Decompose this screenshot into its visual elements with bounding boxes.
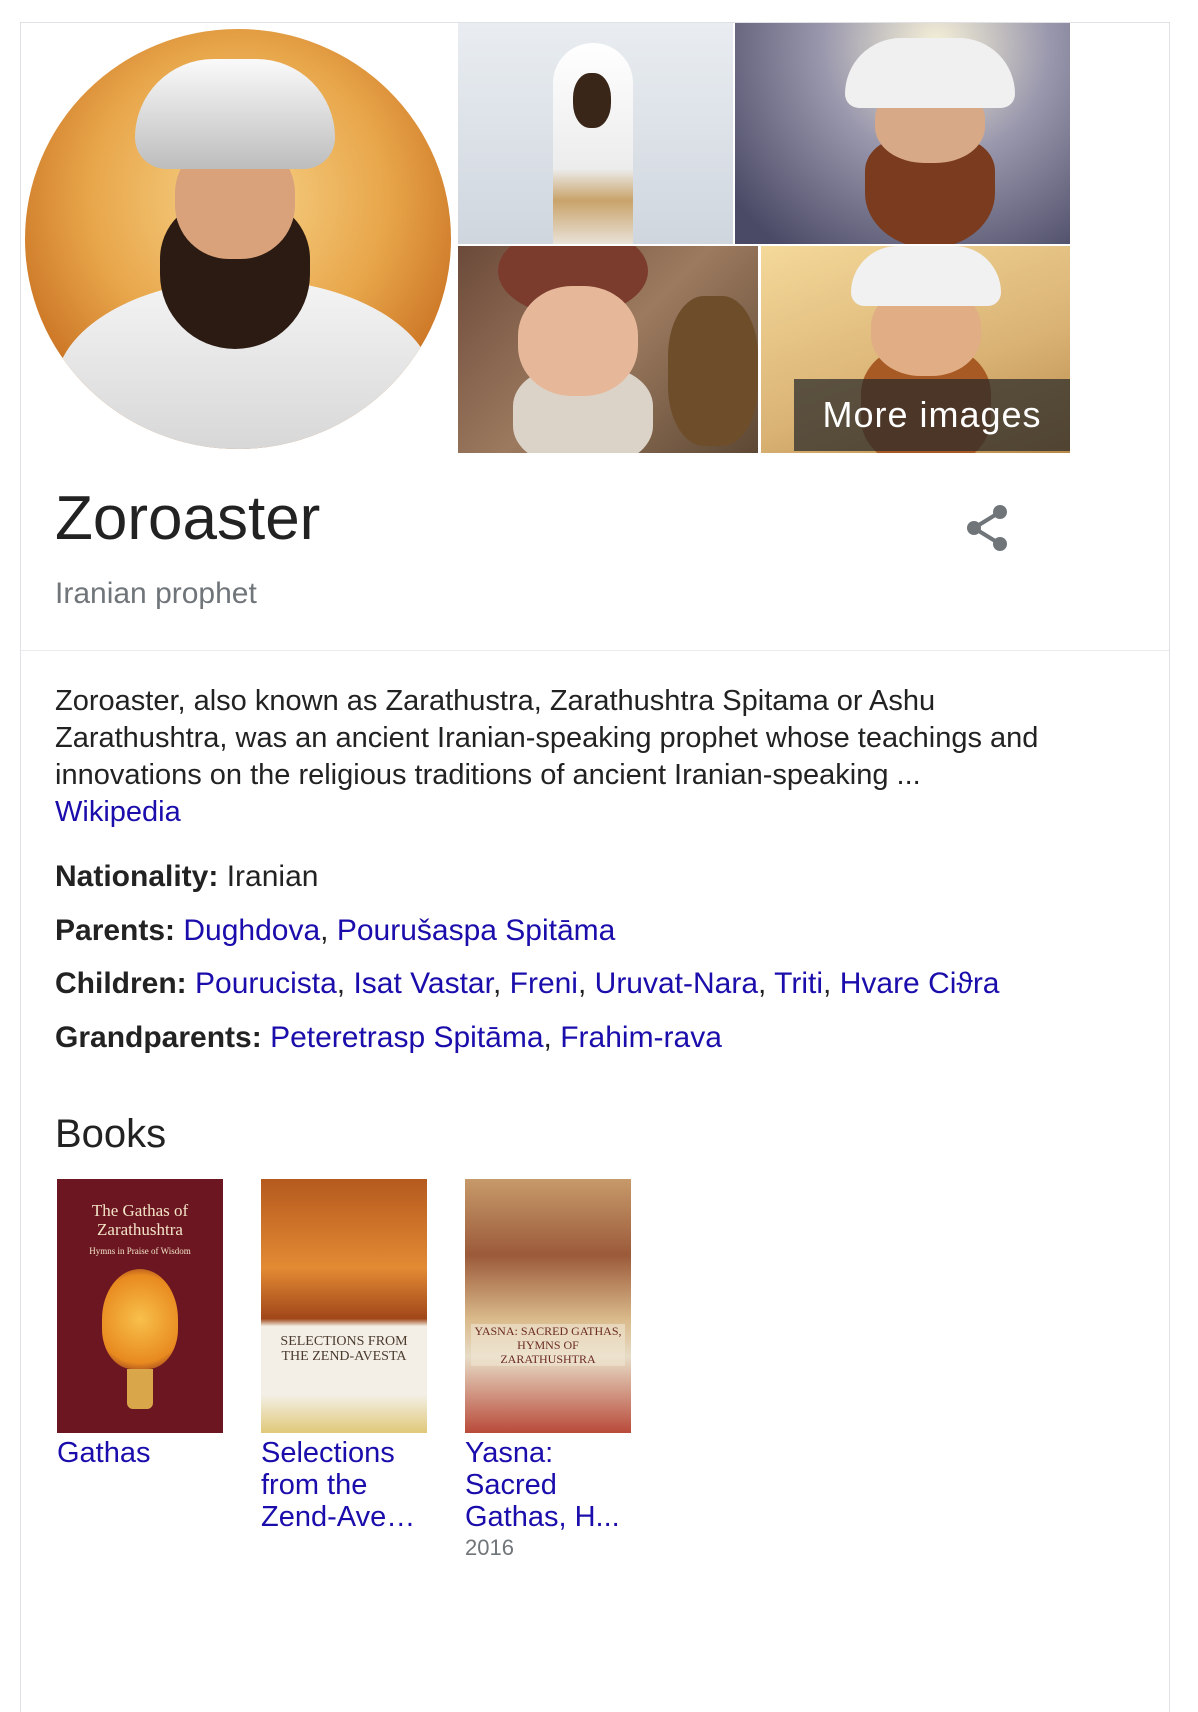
fact-children: Children: Pourucista, Isat Vastar, Freni… bbox=[55, 967, 1000, 1000]
fact-nationality: Nationality: Iranian bbox=[55, 860, 1000, 914]
description-text: Zoroaster, also known as Zarathustra, Za… bbox=[55, 685, 1039, 791]
fact-link[interactable]: Frahim-rava bbox=[560, 1021, 722, 1054]
fact-parents: Parents: Dughdova, Pourušaspa Spitāma bbox=[55, 913, 616, 947]
cover-title: The Gathas of Zarathushtra bbox=[91, 1201, 189, 1239]
fact-link[interactable]: Hvare Ciϑra bbox=[840, 967, 1000, 1000]
cover-subtitle: Hymns in Praise of Wisdom bbox=[89, 1246, 191, 1256]
fact-value: Iranian bbox=[226, 860, 319, 893]
fact-link[interactable]: Dughdova bbox=[183, 914, 320, 947]
facts-list: Nationality: Iranian Parents: Dughdova, … bbox=[55, 860, 1000, 1074]
fact-link[interactable]: Freni bbox=[510, 967, 578, 1000]
book-cover[interactable]: The Gathas of Zarathushtra Hymns in Prais… bbox=[57, 1179, 223, 1433]
fact-label: Children: bbox=[55, 967, 187, 1000]
book-card[interactable]: The Gathas of Zarathushtra Hymns in Prais… bbox=[57, 1179, 225, 1469]
book-card[interactable]: SELECTIONS FROM THE ZEND-AVESTA Selectio… bbox=[261, 1179, 429, 1533]
book-title[interactable]: Gathas bbox=[57, 1437, 225, 1469]
fact-link[interactable]: Pourucista bbox=[195, 967, 337, 1000]
book-year: 2016 bbox=[465, 1535, 514, 1560]
main-image[interactable] bbox=[21, 23, 456, 453]
more-images-button[interactable]: More images bbox=[794, 379, 1070, 451]
wikipedia-link[interactable]: Wikipedia bbox=[55, 796, 181, 828]
book-cover[interactable]: SELECTIONS FROM THE ZEND-AVESTA bbox=[261, 1179, 427, 1433]
description: Zoroaster, also known as Zarathustra, Za… bbox=[55, 683, 1055, 831]
book-title[interactable]: Yasna: Sacred Gathas, H... bbox=[465, 1437, 633, 1533]
fact-label: Parents: bbox=[55, 913, 176, 947]
book-cover[interactable]: YASNA: SACRED GATHAS, HYMNS OF ZARATHUSH… bbox=[465, 1179, 631, 1433]
fact-label: Nationality: bbox=[55, 860, 219, 893]
cover-title: SELECTIONS FROM THE ZEND-AVESTA bbox=[280, 1334, 408, 1364]
entity-title: Zoroaster bbox=[55, 484, 321, 553]
image-2[interactable] bbox=[458, 23, 733, 244]
fact-grandparents: Grandparents: Peteretrasp Spitāma, Frahi… bbox=[55, 1020, 722, 1054]
book-title[interactable]: Selections from the Zend-Ave… bbox=[261, 1437, 429, 1533]
image-4[interactable] bbox=[458, 246, 758, 453]
cover-title: YASNA: SACRED GATHAS, HYMNS OF ZARATHUSH… bbox=[471, 1324, 625, 1366]
fact-link[interactable]: Pourušaspa Spitāma bbox=[337, 914, 616, 947]
fact-label: Grandparents: bbox=[55, 1020, 262, 1054]
entity-subtitle: Iranian prophet bbox=[55, 577, 257, 610]
share-icon[interactable] bbox=[960, 500, 1016, 556]
fact-link[interactable]: Triti bbox=[774, 967, 823, 1000]
fact-link[interactable]: Isat Vastar bbox=[353, 967, 493, 1000]
book-card[interactable]: YASNA: SACRED GATHAS, HYMNS OF ZARATHUSH… bbox=[465, 1179, 633, 1561]
divider bbox=[21, 650, 1169, 651]
fact-link[interactable]: Peteretrasp Spitāma bbox=[270, 1021, 543, 1054]
books-heading: Books bbox=[55, 1112, 167, 1156]
fact-link[interactable]: Uruvat-Nara bbox=[595, 967, 758, 1000]
image-3[interactable] bbox=[735, 23, 1070, 244]
